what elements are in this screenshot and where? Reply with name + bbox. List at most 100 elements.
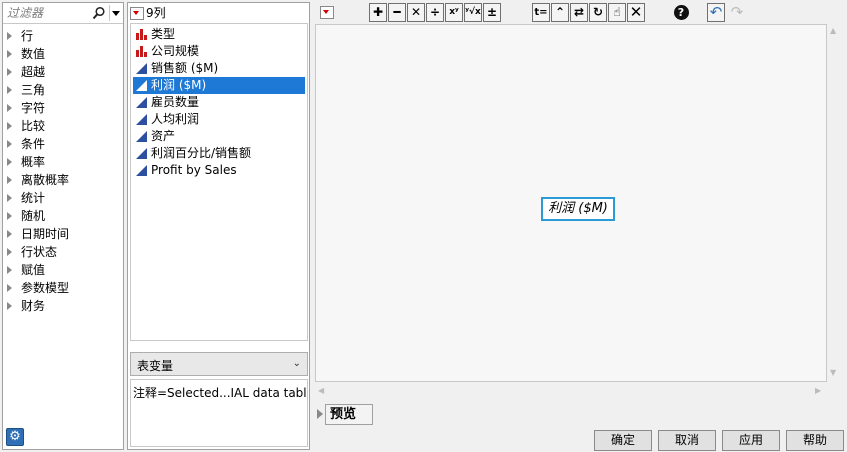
expand-triangle-icon	[7, 301, 12, 310]
horizontal-scrollbar[interactable]: ◀ ▶	[315, 384, 827, 398]
function-category-trig[interactable]: 三角	[7, 81, 45, 99]
variable-select[interactable]: 表变量 ⌄	[130, 352, 308, 376]
column-label: Profit by Sales	[151, 163, 237, 177]
clear-icon[interactable]: ✕	[627, 3, 645, 22]
function-category-comparison[interactable]: 比较	[7, 117, 45, 135]
column-item-assets[interactable]: 资产	[133, 128, 305, 145]
formula-canvas[interactable]: 利润 ($M)	[315, 24, 827, 382]
plus-minus-icon[interactable]: ±	[483, 3, 501, 22]
function-category-row-state[interactable]: 行状态	[7, 243, 57, 261]
nominal-bar-icon	[136, 46, 147, 57]
function-category-label: 参数模型	[21, 281, 70, 295]
function-category-label: 统计	[21, 191, 46, 205]
column-label: 利润百分比/销售额	[151, 146, 252, 160]
formula-toolbar: ✚ ━ ✕ ÷ xʸ ʸ√x ± t= ⌃ ⇄ ↻ ☝ ✕ ? ↶ ↷	[313, 2, 845, 24]
function-category-label: 超越	[21, 65, 46, 79]
continuous-triangle-icon	[136, 63, 147, 74]
expand-triangle-icon	[7, 103, 12, 112]
function-category-statistical[interactable]: 统计	[7, 189, 45, 207]
function-category-transcendental[interactable]: 超越	[7, 63, 45, 81]
function-category-label: 离散概率	[21, 173, 70, 187]
function-category-label: 三角	[21, 83, 46, 97]
divide-icon[interactable]: ÷	[426, 3, 444, 22]
function-category-label: 随机	[21, 209, 46, 223]
expand-triangle-icon	[7, 229, 12, 238]
up-icon[interactable]: ⌃	[551, 3, 569, 22]
add-icon[interactable]: ✚	[369, 3, 387, 22]
column-item-profit[interactable]: 利润 ($M)	[133, 77, 305, 94]
column-item-type[interactable]: 类型	[133, 26, 305, 43]
column-item-profit-by-sales[interactable]: Profit by Sales	[133, 162, 305, 179]
formula-panel: ✚ ━ ✕ ÷ xʸ ʸ√x ± t= ⌃ ⇄ ↻ ☝ ✕ ? ↶ ↷ 利润 (…	[313, 2, 845, 451]
undo-icon[interactable]: ↶	[707, 3, 725, 22]
assign-icon[interactable]: t=	[532, 3, 550, 22]
expand-triangle-icon	[7, 49, 12, 58]
ok-button[interactable]: 确定	[594, 430, 652, 451]
function-category-row[interactable]: 行	[7, 27, 33, 45]
gear-icon: ⚙	[9, 429, 21, 444]
expand-triangle-icon	[7, 265, 12, 274]
refresh-icon[interactable]: ↻	[589, 3, 607, 22]
nominal-bar-icon	[136, 29, 147, 40]
function-panel: 行 数值 超越 三角 字符 比较 条件 概率 离散概率 统计 随机 日期时间 行…	[2, 2, 124, 450]
continuous-triangle-icon	[136, 131, 147, 142]
vertical-scrollbar[interactable]: ▲ ▼	[827, 24, 841, 382]
redo-icon[interactable]: ↷	[728, 3, 746, 22]
continuous-triangle-icon	[136, 165, 147, 176]
pick-icon[interactable]: ☝	[608, 3, 626, 22]
root-icon[interactable]: ʸ√x	[464, 3, 482, 22]
settings-button[interactable]: ⚙	[6, 428, 24, 446]
formula-expression-box[interactable]: 利润 ($M)	[541, 197, 615, 221]
expand-triangle-icon	[7, 175, 12, 184]
expand-triangle-icon	[7, 31, 12, 40]
function-category-discrete-probability[interactable]: 离散概率	[7, 171, 69, 189]
power-icon[interactable]: xʸ	[445, 3, 463, 22]
expand-triangle-icon	[317, 409, 323, 419]
column-item-company-size[interactable]: 公司规模	[133, 43, 305, 60]
function-category-label: 行状态	[21, 245, 58, 259]
column-panel: 9列 类型 公司规模 销售额 ($M) 利润 ($M) 雇员数量 人均利润 资产…	[127, 2, 310, 450]
column-label: 公司规模	[151, 44, 200, 58]
cancel-button[interactable]: 取消	[658, 430, 716, 451]
column-item-profit-per-employee[interactable]: 人均利润	[133, 111, 305, 128]
expand-triangle-icon	[7, 193, 12, 202]
function-category-random[interactable]: 随机	[7, 207, 45, 225]
function-category-label: 字符	[21, 101, 46, 115]
expand-triangle-icon	[7, 85, 12, 94]
column-item-sales[interactable]: 销售额 ($M)	[133, 60, 305, 77]
help-icon[interactable]: ?	[672, 3, 690, 22]
function-category-assignment[interactable]: 赋值	[7, 261, 45, 279]
function-category-datetime[interactable]: 日期时间	[7, 225, 69, 243]
expand-triangle-icon	[7, 211, 12, 220]
function-category-parametric-model[interactable]: 参数模型	[7, 279, 69, 297]
apply-button[interactable]: 应用	[722, 430, 780, 451]
function-category-probability[interactable]: 概率	[7, 153, 45, 171]
column-item-profit-pct-sales[interactable]: 利润百分比/销售额	[133, 145, 305, 162]
column-label: 人均利润	[151, 112, 200, 126]
function-category-conditional[interactable]: 条件	[7, 135, 45, 153]
search-icon[interactable]	[92, 6, 106, 20]
subtract-icon[interactable]: ━	[388, 3, 406, 22]
expand-triangle-icon	[7, 67, 12, 76]
column-item-employees[interactable]: 雇员数量	[133, 94, 305, 111]
red-triangle-menu-icon[interactable]	[320, 6, 334, 19]
filter-dropdown-button[interactable]	[109, 5, 122, 21]
expand-triangle-icon	[7, 247, 12, 256]
preview-label[interactable]: 预览	[325, 404, 373, 425]
note-text: 注释=Selected...IAL data table.	[130, 379, 308, 447]
function-category-numeric[interactable]: 数值	[7, 45, 45, 63]
red-triangle-menu-icon[interactable]	[130, 7, 144, 20]
filter-box	[3, 3, 123, 24]
continuous-triangle-icon	[136, 80, 147, 91]
help-button[interactable]: 帮助	[786, 430, 844, 451]
column-header: 9列	[130, 5, 166, 21]
swap-icon[interactable]: ⇄	[570, 3, 588, 22]
multiply-icon[interactable]: ✕	[407, 3, 425, 22]
filter-input[interactable]	[5, 5, 91, 21]
function-category-character[interactable]: 字符	[7, 99, 45, 117]
expand-triangle-icon	[7, 157, 12, 166]
column-list: 类型 公司规模 销售额 ($M) 利润 ($M) 雇员数量 人均利润 资产 利润…	[130, 23, 308, 341]
chevron-down-icon: ⌄	[292, 358, 301, 369]
function-category-label: 日期时间	[21, 227, 70, 241]
function-category-finance[interactable]: 财务	[7, 297, 45, 315]
